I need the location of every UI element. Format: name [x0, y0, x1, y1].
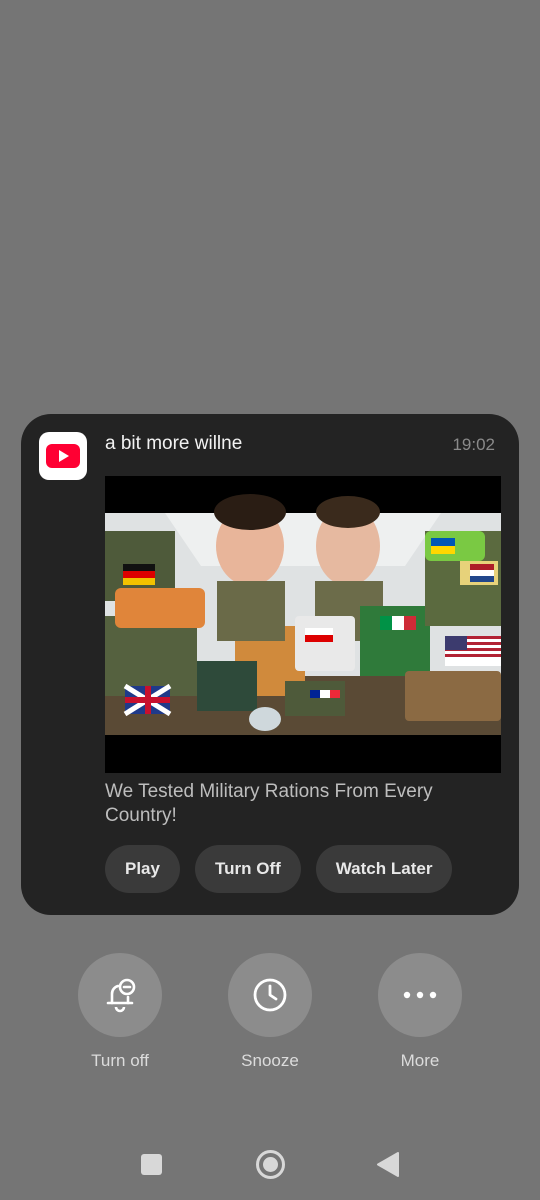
- bell-minus-icon: [106, 978, 136, 1013]
- circle-icon: [256, 1150, 285, 1179]
- quick-action-more: More: [378, 953, 462, 1071]
- video-thumbnail[interactable]: [105, 476, 501, 773]
- square-icon: [141, 1154, 162, 1175]
- more-dots-icon: [403, 991, 437, 999]
- notification-body: We Tested Military Rations From Every Co…: [105, 781, 433, 826]
- snooze-label: Snooze: [241, 1051, 299, 1070]
- quick-action-snooze: Snooze: [228, 953, 312, 1071]
- quick-action-turn-off: Turn off: [78, 953, 162, 1071]
- turn-off-button[interactable]: Turn Off: [194, 845, 301, 893]
- snooze-quick-button[interactable]: [228, 953, 312, 1037]
- turn-off-label: Turn off: [91, 1051, 149, 1070]
- notification-actions: Play Turn Off Watch Later: [105, 845, 453, 893]
- home-button[interactable]: [255, 1149, 286, 1185]
- notification-card[interactable]: a bit more willne 19:02 We Tested Milita…: [21, 414, 519, 915]
- notification-title: a bit more willne: [105, 433, 243, 454]
- play-button[interactable]: Play: [105, 845, 180, 893]
- notification-time: 19:02: [452, 435, 495, 454]
- watch-later-button[interactable]: Watch Later: [315, 845, 453, 893]
- youtube-icon: [39, 432, 87, 480]
- triangle-back-icon: [377, 1152, 399, 1177]
- turn-off-quick-button[interactable]: [78, 953, 162, 1037]
- more-label: More: [400, 1051, 440, 1070]
- clock-icon: [253, 978, 287, 1012]
- more-quick-button[interactable]: [378, 953, 462, 1037]
- recents-button[interactable]: [140, 1153, 163, 1181]
- back-button[interactable]: [376, 1151, 400, 1183]
